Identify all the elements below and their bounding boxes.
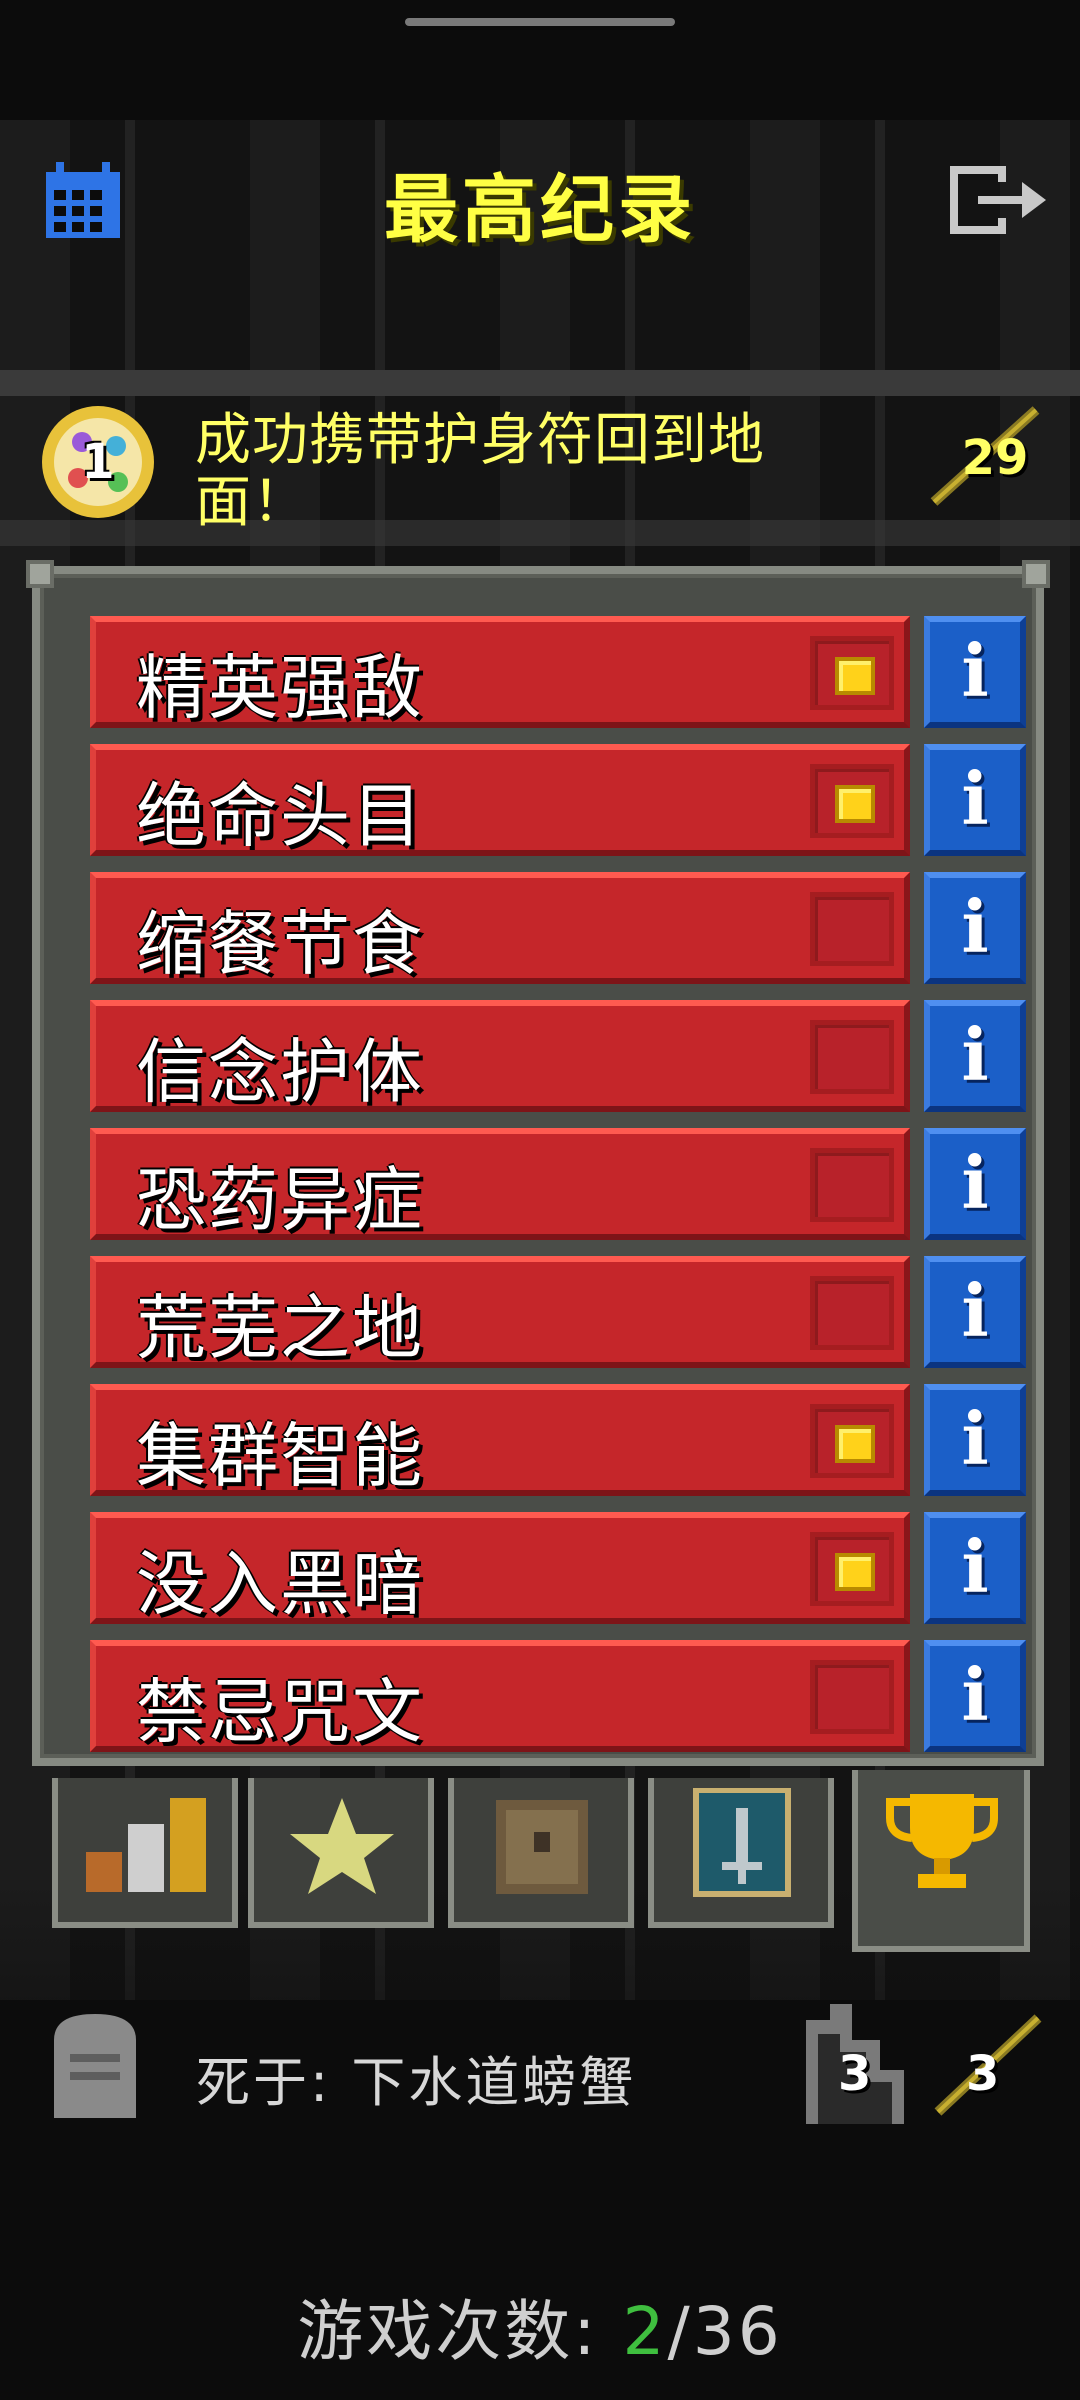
trophy-icon <box>886 1794 998 1888</box>
challenge-row[interactable]: 没入黑暗 <box>90 1512 910 1625</box>
background-ledge <box>0 370 1080 396</box>
death-depth-number: 3 <box>838 2046 872 2102</box>
page-title: 最高纪录 <box>384 167 696 253</box>
check-mark <box>835 785 875 823</box>
challenge-row[interactable]: 荒芜之地 <box>90 1256 910 1369</box>
challenge-checkbox[interactable] <box>810 1148 894 1222</box>
games-total: /36 <box>667 2293 783 2370</box>
tab-records[interactable] <box>852 1770 1030 1952</box>
tab-catalog[interactable] <box>648 1778 834 1928</box>
info-button[interactable]: i <box>924 616 1026 728</box>
challenge-checkbox[interactable] <box>810 1276 894 1350</box>
tab-items[interactable] <box>448 1778 634 1928</box>
games-label: 游戏次数: <box>297 2293 623 2370</box>
challenge-row[interactable]: 缩餐节食 <box>90 872 910 985</box>
panel-corner <box>1022 560 1050 588</box>
challenge-checkbox[interactable] <box>810 1020 894 1094</box>
chest-icon <box>496 1800 588 1894</box>
info-icon: i <box>961 1524 989 1609</box>
challenge-row[interactable]: 精英强敌 <box>90 616 910 729</box>
info-icon: i <box>961 1396 989 1481</box>
check-mark <box>835 657 875 695</box>
info-button[interactable]: i <box>924 872 1026 984</box>
panel-corner <box>26 560 54 588</box>
challenge-label: 精英强敌 <box>136 647 424 729</box>
record-depth-number: 29 <box>961 430 1029 486</box>
challenge-row[interactable]: 信念护体 <box>90 1000 910 1113</box>
check-mark <box>835 1553 875 1591</box>
challenge-row[interactable]: 恐药异症 <box>90 1128 910 1241</box>
info-icon: i <box>961 1652 989 1737</box>
check-mark <box>835 1425 875 1463</box>
challenge-checkbox[interactable] <box>810 1660 894 1734</box>
challenge-checkbox[interactable] <box>810 764 894 838</box>
exit-icon[interactable] <box>944 160 1054 240</box>
info-icon: i <box>961 756 989 841</box>
death-cause: 死于: 下水道螃蟹 <box>196 2051 637 2114</box>
info-button[interactable]: i <box>924 1384 1026 1496</box>
challenge-checkbox[interactable] <box>810 1532 894 1606</box>
info-button[interactable]: i <box>924 1640 1026 1752</box>
info-button[interactable]: i <box>924 1256 1026 1368</box>
stats-bars-icon <box>86 1798 206 1892</box>
challenge-label: 恐药异症 <box>136 1159 424 1241</box>
challenge-label: 集群智能 <box>136 1415 424 1497</box>
challenge-label: 绝命头目 <box>136 775 424 857</box>
tab-stats[interactable] <box>52 1778 238 1928</box>
info-button[interactable]: i <box>924 1000 1026 1112</box>
star-icon <box>290 1798 394 1894</box>
sword-card-icon <box>693 1788 791 1897</box>
badge-number: 1 <box>81 434 115 490</box>
games-current: 2 <box>622 2293 668 2370</box>
challenge-row[interactable]: 禁忌咒文 <box>90 1640 910 1753</box>
challenge-label: 禁忌咒文 <box>136 1671 424 1753</box>
info-button[interactable]: i <box>924 744 1026 856</box>
tombstone-icon <box>54 2014 136 2118</box>
info-icon: i <box>961 628 989 713</box>
info-icon: i <box>961 1140 989 1225</box>
info-icon: i <box>961 1268 989 1353</box>
challenge-row[interactable]: 绝命头目 <box>90 744 910 857</box>
challenge-label: 荒芜之地 <box>136 1287 424 1369</box>
calendar-icon[interactable] <box>42 160 124 242</box>
info-icon: i <box>961 1012 989 1097</box>
drag-handle[interactable] <box>405 18 675 26</box>
tab-badges[interactable] <box>248 1778 434 1928</box>
info-icon: i <box>961 884 989 969</box>
games-played: 游戏次数: 2/36 <box>0 2278 1080 2374</box>
record-badge: 1 <box>38 402 158 522</box>
challenge-checkbox[interactable] <box>810 636 894 710</box>
weapon-level-number: 3 <box>966 2046 1000 2102</box>
record-depth: 29 <box>920 402 1050 512</box>
challenge-row[interactable]: 集群智能 <box>90 1384 910 1497</box>
info-button[interactable]: i <box>924 1128 1026 1240</box>
challenge-label: 信念护体 <box>136 1031 424 1113</box>
challenges-panel: 精英强敌 i 绝命头目 i 缩餐节食 i 信念护体 i 恐药异症 i 荒芜之地 … <box>26 560 1050 1766</box>
record-description: 成功携带护身符回到地面！ <box>195 408 765 535</box>
challenge-checkbox[interactable] <box>810 1404 894 1478</box>
info-button[interactable]: i <box>924 1512 1026 1624</box>
challenge-label: 没入黑暗 <box>136 1543 424 1625</box>
challenge-checkbox[interactable] <box>810 892 894 966</box>
challenge-label: 缩餐节食 <box>136 903 424 985</box>
